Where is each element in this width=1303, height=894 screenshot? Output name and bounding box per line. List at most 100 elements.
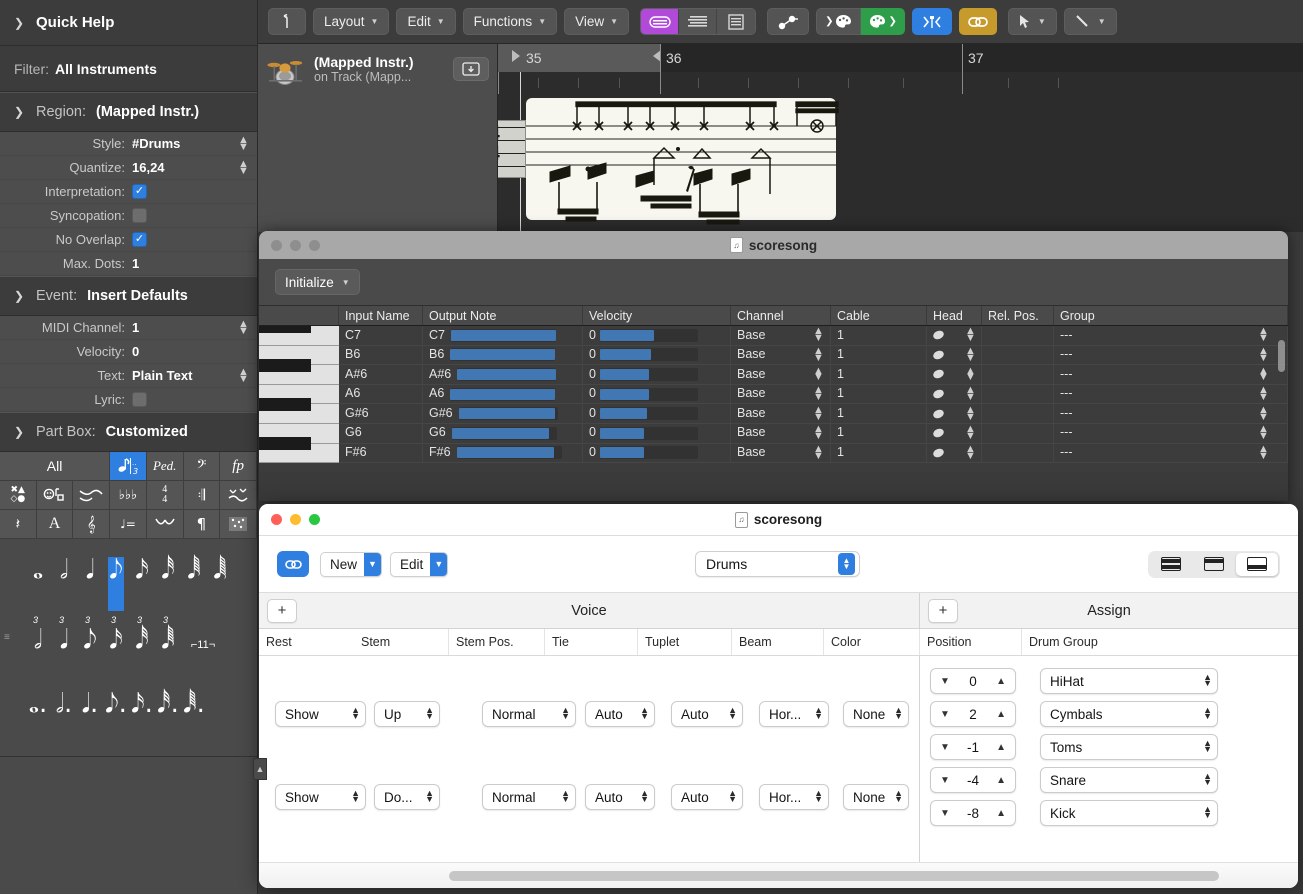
stepper-icon[interactable]: ▲ ▼ [813,326,824,344]
chevron-right-icon[interactable]: ❯ [14,16,26,30]
syncopation-checkbox[interactable]: ✓ [132,208,147,223]
link-button[interactable] [958,8,997,35]
stepper-icon[interactable]: ▲ ▼ [1258,444,1269,462]
score-paper[interactable] [526,98,836,220]
stepper-icon[interactable]: ▲ ▼ [965,444,976,462]
table-row[interactable]: B6 B6 0 Base ▲ ▼ 1 ▲ ▼ --- ▲ ▼ [339,345,1288,366]
cell-input-name[interactable]: A#6 [339,364,423,385]
col-cable[interactable]: Cable [831,306,927,325]
colors-prev-button[interactable]: ❯ [816,8,862,35]
chevron-up-icon[interactable]: ▲ [996,676,1006,687]
assign-position-stepper[interactable]: ▼ 2 ▲ [930,701,1016,727]
assign-drum-group-popup[interactable]: Cymbals ▲ ▼ [1040,701,1218,727]
col-channel[interactable]: Channel [731,306,831,325]
col-rest[interactable]: Rest [259,629,354,655]
palette-dotted-note[interactable]: 𝅗𝅥. [56,691,73,745]
chevron-down-icon[interactable]: ❯ [14,425,26,439]
stepper-icon[interactable]: ▲ ▼ [813,405,824,423]
chevron-up-icon[interactable]: ▲ [996,709,1006,720]
palette-grip-icon[interactable]: ≡ [4,633,10,643]
palette-triplet-note[interactable]: 3 𝅘𝅥𝅰 [134,615,150,681]
palette-note[interactable]: 𝅗𝅥 [56,557,72,611]
cell-cable[interactable]: 1 [831,403,927,424]
col-head[interactable]: Head [927,306,982,325]
voice-pane[interactable]: Show ▲ ▼ Up ▲ ▼ Normal ▲ ▼ Auto ▲ ▼ Auto ▲ [259,656,920,888]
notehead-icon[interactable] [931,447,946,459]
voice2-tuplet-popup[interactable]: Auto ▲ ▼ [671,784,743,810]
cell-group[interactable]: --- [1060,384,1073,404]
stepper-icon[interactable]: ▲ ▼ [965,346,976,364]
palette-dotted-note[interactable]: 𝅘𝅥. [82,691,99,745]
cell-rel-pos[interactable] [982,443,1054,463]
param-midi-channel[interactable]: MIDI Channel: 1 ▲ ▼ [0,316,257,340]
chevron-down-icon[interactable]: ▼ [940,808,950,819]
edit-menu[interactable]: Edit ▼ [396,8,456,35]
palette-dotted-note[interactable]: 𝅘𝅥𝅱. [183,691,205,745]
param-value[interactable]: 1 [132,320,238,335]
cell-group[interactable]: --- [1060,423,1073,443]
stepper-icon[interactable]: ▲ ▼ [965,365,976,383]
table-row[interactable]: G6 G6 0 Base ▲ ▼ 1 ▲ ▼ --- ▲ ▼ [339,423,1288,444]
stepper-icon[interactable]: ▲ ▼ [813,346,824,364]
col-output-note[interactable]: Output Note [423,306,583,325]
cell-input-name[interactable]: F#6 [339,443,423,463]
functions-menu[interactable]: Functions ▼ [462,8,558,35]
split-button[interactable] [911,8,952,35]
cell-velocity[interactable]: 0 [589,404,596,424]
param-velocity[interactable]: Velocity: 0 [0,340,257,364]
event-section-header[interactable]: ❯ Event: Insert Defaults [0,276,257,316]
voice1-beam-popup[interactable]: Hor... ▲ ▼ [759,701,829,727]
cell-input-name[interactable]: G6 [339,423,423,444]
stepper-icon[interactable]: ▲ ▼ [813,365,824,383]
stepper-icon[interactable]: ▲ ▼ [1258,365,1269,383]
part-box-tab-all[interactable]: All [0,452,111,481]
palette-note[interactable]: 𝅘𝅥𝅯 [134,557,150,611]
part-box-tab-text[interactable]: A [36,510,74,539]
palette-triplet-note[interactable]: 3 𝅘𝅥 [56,615,72,681]
stepper-icon[interactable]: ▲ ▼ [1258,326,1269,344]
notehead-icon[interactable] [931,388,946,400]
view-menu[interactable]: View ▼ [564,8,630,35]
palette-note[interactable]: 𝅘𝅥𝅲 [212,557,228,611]
drum-style-window[interactable]: ♫ scoresong New ▼ Edit ▼ Drums ▲ ▼ + Voi… [259,504,1298,888]
mapped-instrument-window[interactable]: ♫ scoresong Initialize ▼ Input Name Outp… [259,231,1288,501]
no-overlap-checkbox[interactable]: ✓ [132,232,147,247]
part-box-tab-dynamics[interactable]: fp [220,452,257,481]
notehead-icon[interactable] [931,329,946,342]
table-row[interactable]: A#6 A#6 0 Base ▲ ▼ 1 ▲ ▼ --- ▲ ▼ [339,364,1288,385]
voice2-beam-popup[interactable]: Hor... ▲ ▼ [759,784,829,810]
stepper-icon[interactable]: ▲ ▼ [1258,346,1269,364]
voice1-rest-popup[interactable]: Show ▲ ▼ [275,701,366,727]
vertical-scrollbar[interactable] [1278,340,1285,372]
cell-input-name[interactable]: B6 [339,345,423,365]
stepper-icon[interactable]: ▲ ▼ [238,318,249,336]
pointer-tool-button[interactable]: ▼ [1007,8,1057,35]
col-tuplet[interactable]: Tuplet [638,629,732,655]
palette-note[interactable]: 𝅝 [30,557,46,611]
palette-note-selected[interactable]: 𝅘𝅥𝅮 [108,557,124,611]
cell-channel[interactable]: Base [737,443,766,463]
cycle-start-marker[interactable] [512,50,520,62]
param-value[interactable]: #Drums [132,136,238,151]
palette-note[interactable]: 𝅘𝅥𝅰 [160,557,176,611]
initialize-menu[interactable]: Initialize ▼ [275,269,360,295]
cell-channel[interactable]: Base [737,365,766,385]
bar-ruler[interactable]: 35 36 37 [498,44,1303,72]
param-lyric[interactable]: Lyric: ✓ [0,388,257,412]
assign-pane[interactable]: ▼ 0 ▲ HiHat ▲ ▼ ▼ 2 ▲ Cymbals ▲ ▼ ▼ -1 ▲… [920,656,1298,888]
param-max-dots[interactable]: Max. Dots: 1 [0,252,257,276]
stepper-icon[interactable]: ▲ ▼ [1258,424,1269,442]
palette-dotted-note[interactable]: 𝅝. [29,691,48,745]
cell-output-note[interactable]: B6 [429,345,444,365]
cell-channel[interactable]: Base [737,384,766,404]
assign-position-stepper[interactable]: ▼ 0 ▲ [930,668,1016,694]
part-box-tab-ornaments[interactable] [220,481,257,510]
filter-row[interactable]: Filter: All Instruments [0,46,257,92]
palette-triplet-note[interactable]: 3 𝅘𝅥𝅱 [160,615,176,681]
cell-output-note[interactable]: G#6 [429,404,453,424]
cell-cable[interactable]: 1 [831,384,927,404]
line-tool-button[interactable]: ▼ [1063,8,1117,35]
chevron-down-icon[interactable]: ▼ [940,775,950,786]
voice1-tie-popup[interactable]: Auto ▲ ▼ [585,701,655,727]
voice2-rest-popup[interactable]: Show ▲ ▼ [275,784,366,810]
